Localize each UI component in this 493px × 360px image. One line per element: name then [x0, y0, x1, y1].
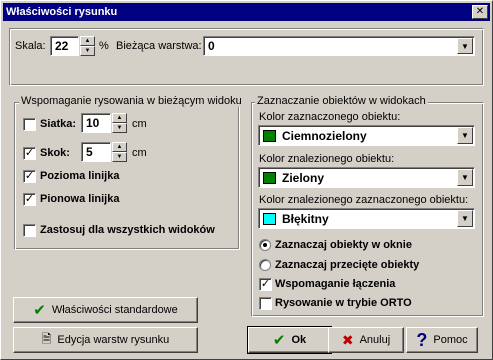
current-layer-label: Bieżąca warstwa: [116, 40, 202, 52]
help-button[interactable]: ? Pomoc [406, 327, 478, 353]
scale-unit: % [99, 40, 109, 52]
join-assist-label: Wspomaganie łączenia [275, 278, 396, 290]
check-icon: ✔ [272, 332, 286, 349]
scale-label: Skala: [15, 40, 46, 52]
help-label: Pomoc [433, 334, 468, 346]
properties-dialog: Właściwości rysunku ✕ Skala: 22 ▲ ▼ % Bi… [0, 0, 493, 360]
cancel-label: Anuluj [359, 334, 391, 346]
select-crossing-radio[interactable] [259, 259, 271, 271]
grid-spinner[interactable]: ▲ ▼ [112, 113, 127, 133]
snap-input[interactable]: 5 [81, 142, 111, 162]
snap-checkbox[interactable]: ✓ [23, 147, 36, 160]
scale-input[interactable]: 22 [50, 36, 79, 56]
grid-checkbox[interactable] [23, 118, 36, 131]
cancel-button[interactable]: ✖ Anuluj [328, 327, 404, 353]
found-selected-color-swatch [263, 212, 276, 225]
chevron-down-icon[interactable]: ▼ [457, 127, 473, 144]
selection-legend: Zaznaczanie obiektów w widokach [255, 95, 428, 107]
horizontal-ruler-checkbox[interactable]: ✓ [23, 170, 36, 183]
snap-label: Skok: [40, 147, 70, 159]
ok-button[interactable]: ✔ Ok [247, 326, 332, 354]
found-selected-color-select[interactable]: Błękitny ▼ [258, 208, 475, 229]
ok-label: Ok [291, 334, 307, 346]
scale-spinner[interactable]: ▲ ▼ [80, 36, 95, 56]
selected-color-select[interactable]: Ciemnozielony ▼ [258, 125, 475, 146]
found-selected-color-label: Kolor znalezionego zaznaczonego obiektu: [259, 194, 469, 206]
help-icon: ? [416, 329, 428, 350]
drawing-aids-legend: Wspomaganie rysowania w bieżącym widoku [19, 95, 244, 107]
found-color-label: Kolor znalezionego obiektu: [259, 153, 395, 165]
spin-down-icon[interactable]: ▼ [112, 123, 127, 133]
found-color-swatch [263, 171, 276, 184]
edit-layers-label: Edycja warstw rysunku [57, 334, 170, 346]
spin-down-icon[interactable]: ▼ [80, 46, 95, 56]
default-properties-label: Właściwości standardowe [51, 304, 178, 316]
grid-label: Siatka: [40, 118, 77, 130]
snap-spinner[interactable]: ▲ ▼ [112, 142, 127, 162]
close-icon[interactable]: ✕ [472, 5, 488, 19]
spin-up-icon[interactable]: ▲ [112, 142, 127, 152]
join-assist-checkbox[interactable]: ✓ [259, 278, 272, 291]
vertical-ruler-label: Pionowa linijka [40, 193, 120, 205]
grid-input[interactable]: 10 [81, 113, 111, 133]
found-color-value: Zielony [282, 170, 325, 185]
selected-color-value: Ciemnozielony [282, 128, 367, 143]
chevron-down-icon[interactable]: ▼ [457, 210, 473, 227]
select-in-window-label: Zaznaczaj obiekty w oknie [275, 239, 412, 251]
current-layer-value: 0 [208, 39, 215, 53]
grid-unit: cm [132, 118, 147, 130]
selected-color-swatch [263, 129, 276, 142]
window-title: Właściwości rysunku [6, 6, 118, 18]
found-color-select[interactable]: Zielony ▼ [258, 167, 475, 188]
select-crossing-label: Zaznaczaj przecięte obiekty [275, 259, 420, 271]
chevron-down-icon[interactable]: ▼ [457, 38, 473, 54]
horizontal-ruler-label: Pozioma linijka [40, 170, 120, 182]
current-layer-select[interactable]: 0 ▼ [203, 36, 475, 56]
layers-icon: 🗎 [41, 331, 52, 346]
spin-up-icon[interactable]: ▲ [112, 113, 127, 123]
check-icon: ✔ [33, 302, 46, 319]
ortho-mode-checkbox[interactable] [259, 297, 272, 310]
chevron-down-icon[interactable]: ▼ [457, 169, 473, 186]
apply-all-views-checkbox[interactable] [23, 224, 36, 237]
found-selected-color-value: Błękitny [282, 211, 329, 226]
select-in-window-radio[interactable] [259, 239, 271, 251]
selected-color-label: Kolor zaznaczonego obiektu: [259, 111, 401, 123]
apply-all-views-label: Zastosuj dla wszystkich widoków [40, 224, 215, 236]
edit-layers-button[interactable]: 🗎 Edycja warstw rysunku [13, 327, 198, 353]
spin-down-icon[interactable]: ▼ [112, 152, 127, 162]
spin-up-icon[interactable]: ▲ [80, 36, 95, 46]
default-properties-button[interactable]: ✔ Właściwości standardowe [13, 297, 198, 323]
title-bar: Właściwości rysunku ✕ [3, 3, 490, 21]
ortho-mode-label: Rysowanie w trybie ORTO [275, 297, 412, 309]
snap-unit: cm [132, 147, 147, 159]
cancel-icon: ✖ [341, 331, 354, 348]
vertical-ruler-checkbox[interactable]: ✓ [23, 193, 36, 206]
